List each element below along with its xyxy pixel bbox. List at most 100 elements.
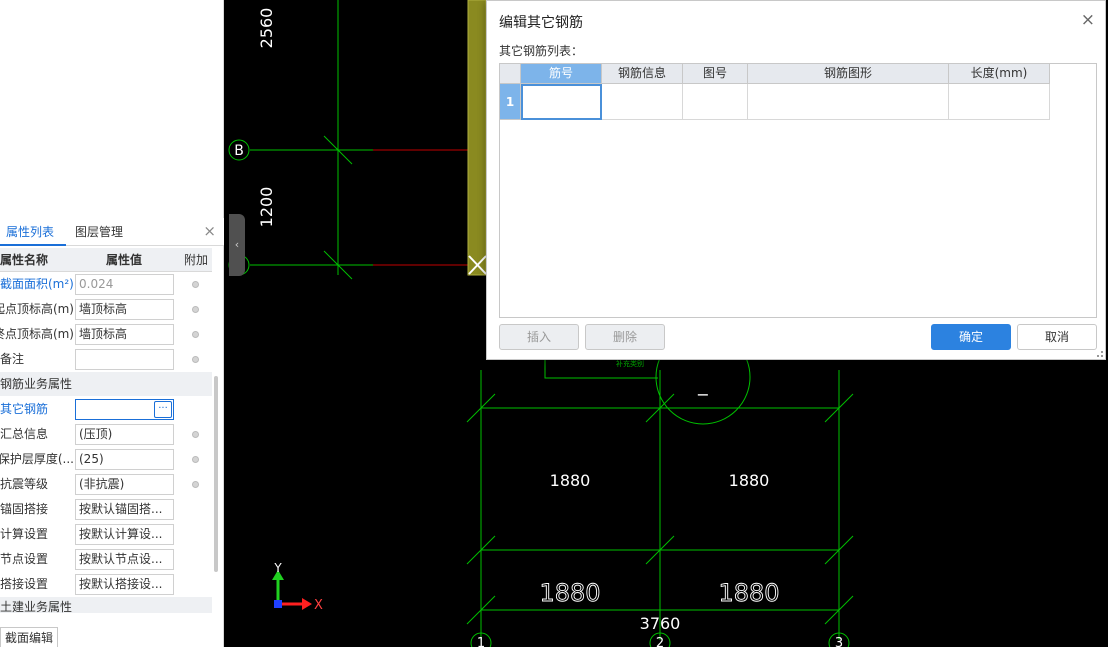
dim-2560: 2560 [257, 8, 276, 49]
app-root: 属性列表 图层管理 × 属性名称 属性值 附加 截面面积(m²) 0.024 起… [0, 0, 1108, 647]
prop-name: 终点顶标高(m) [0, 327, 74, 341]
prop-value[interactable]: 按默认计算设... [75, 524, 174, 545]
prop-row: 终点顶标高(m) 墙顶标高 [0, 322, 212, 347]
attach-dot[interactable] [192, 281, 199, 288]
dialog-title: 编辑其它钢筋 [499, 15, 583, 31]
axis-label-b: B [234, 143, 244, 159]
axis-label-1: 1 [477, 636, 485, 647]
prop-row: 起点顶标高(m) 墙顶标高 [0, 297, 212, 322]
col-header-figure-no[interactable]: 图号 [683, 64, 748, 84]
resize-grip-icon[interactable] [1097, 351, 1103, 357]
tab-layer-manage[interactable]: 图层管理 [75, 218, 123, 246]
wall-element[interactable] [467, 0, 487, 276]
group-rebar-props[interactable]: 钢筋业务属性 [0, 372, 212, 396]
y-label: Y [273, 561, 282, 575]
prop-name: 抗震等级 [0, 477, 49, 491]
dim-1200: 1200 [257, 187, 276, 228]
prop-value[interactable]: 按默认搭接设... [75, 574, 174, 595]
prop-name: 截面面积(m²) [0, 277, 74, 291]
attach-dot[interactable] [192, 356, 199, 363]
prop-row: 截面面积(m²) 0.024 [0, 272, 212, 297]
dim-1880-c: 1880 [539, 579, 600, 607]
prop-row: 汇总信息 (压顶) [0, 422, 212, 447]
chevron-left-icon[interactable]: ‹ [229, 214, 245, 276]
prop-row: 节点设置 按默认节点设... [0, 547, 212, 572]
row-number[interactable]: 1 [500, 84, 521, 120]
cell-rebar-info[interactable] [602, 84, 683, 120]
header-value: 属性值 [106, 253, 143, 267]
property-panel: 属性列表 图层管理 × 属性名称 属性值 附加 截面面积(m²) 0.024 起… [0, 0, 224, 647]
tab-section-edit[interactable]: 截面编辑 [0, 627, 58, 647]
rebar-grid: 筋号 钢筋信息 图号 钢筋图形 长度(mm) 1 [499, 63, 1097, 318]
prop-name: 保护层厚度(... [0, 452, 74, 466]
more-icon[interactable]: ··· [154, 401, 172, 418]
delete-button[interactable]: 删除 [585, 324, 665, 350]
dim-1880-b: 1880 [729, 471, 770, 490]
attach-dot[interactable] [192, 481, 199, 488]
group-civil-props[interactable]: 土建业务属性 [0, 597, 212, 613]
insert-button[interactable]: 插入 [499, 324, 579, 350]
prop-name: 计算设置 [0, 527, 49, 541]
attach-dot[interactable] [192, 306, 199, 313]
prop-row: 其它钢筋 ··· [0, 397, 212, 422]
tab-property-list[interactable]: 属性列表 [6, 218, 54, 246]
prop-row: 抗震等级 (非抗震) [0, 472, 212, 497]
attach-dot[interactable] [192, 331, 199, 338]
close-icon[interactable]: × [1081, 10, 1095, 30]
prop-value[interactable]: 墙顶标高 [75, 324, 174, 345]
ok-button[interactable]: 确定 [931, 324, 1011, 350]
cell-length[interactable] [949, 84, 1050, 120]
active-tab-underline [0, 244, 66, 246]
prop-name: 其它钢筋 [0, 402, 49, 416]
axis-label-3: 3 [835, 636, 843, 647]
other-rebar-field[interactable]: ··· [75, 399, 174, 420]
prop-value[interactable]: (压顶) [75, 424, 174, 445]
list-label: 其它钢筋列表： [499, 44, 584, 58]
origin-icon [274, 600, 282, 608]
dim-1880-a: 1880 [550, 471, 591, 490]
dim-1880-d: 1880 [718, 579, 779, 607]
prop-value: 0.024 [75, 274, 174, 295]
prop-value[interactable]: 按默认节点设... [75, 549, 174, 570]
panel-tabbar: 属性列表 图层管理 × [0, 218, 224, 246]
prop-name: 备注 [0, 352, 25, 366]
cell-bar-no[interactable] [521, 84, 602, 120]
prop-name: 锚固搭接 [0, 502, 49, 516]
x-label: X [314, 598, 323, 613]
attach-dot[interactable] [192, 456, 199, 463]
col-header-rebar-info[interactable]: 钢筋信息 [602, 64, 683, 84]
prop-value[interactable] [75, 349, 174, 370]
prop-value[interactable]: 墙顶标高 [75, 299, 174, 320]
dim-3760: 3760 [640, 614, 681, 633]
header-extra: 附加 [184, 253, 209, 267]
grid-corner [500, 64, 521, 84]
annotation-text: 补充类别 [616, 359, 644, 368]
prop-row: 计算设置 按默认计算设... [0, 522, 212, 547]
axis-label-2: 2 [656, 636, 664, 647]
prop-value[interactable]: (25) [75, 449, 174, 470]
cancel-button[interactable]: 取消 [1017, 324, 1097, 350]
col-header-bar-no[interactable]: 筋号 [521, 64, 602, 84]
panel-scrollbar[interactable] [214, 376, 218, 572]
prop-row: 保护层厚度(... (25) [0, 447, 212, 472]
prop-value[interactable]: 按默认锚固搭... [75, 499, 174, 520]
prop-row: 备注 [0, 347, 212, 372]
prop-name: 汇总信息 [0, 427, 49, 441]
attach-dot[interactable] [192, 431, 199, 438]
prop-name: 起点顶标高(m) [0, 302, 74, 316]
x-arrow-icon [302, 598, 312, 610]
prop-name: 节点设置 [0, 552, 49, 566]
prop-row: 锚固搭接 按默认锚固搭... [0, 497, 212, 522]
close-icon[interactable]: × [203, 222, 216, 240]
dash-text: − [696, 385, 709, 404]
edit-other-rebar-dialog: 编辑其它钢筋 × 其它钢筋列表： 筋号 钢筋信息 图号 钢筋图形 长度(mm) … [486, 0, 1106, 360]
cell-figure-no[interactable] [683, 84, 748, 120]
col-header-rebar-shape[interactable]: 钢筋图形 [748, 64, 949, 84]
cell-rebar-shape[interactable] [748, 84, 949, 120]
header-name: 属性名称 [0, 253, 49, 267]
prop-value[interactable]: (非抗震) [75, 474, 174, 495]
prop-row: 搭接设置 按默认搭接设... [0, 572, 212, 597]
prop-name: 搭接设置 [0, 577, 49, 591]
property-table-header: 属性名称 属性值 附加 [0, 248, 212, 272]
col-header-length[interactable]: 长度(mm) [949, 64, 1050, 84]
